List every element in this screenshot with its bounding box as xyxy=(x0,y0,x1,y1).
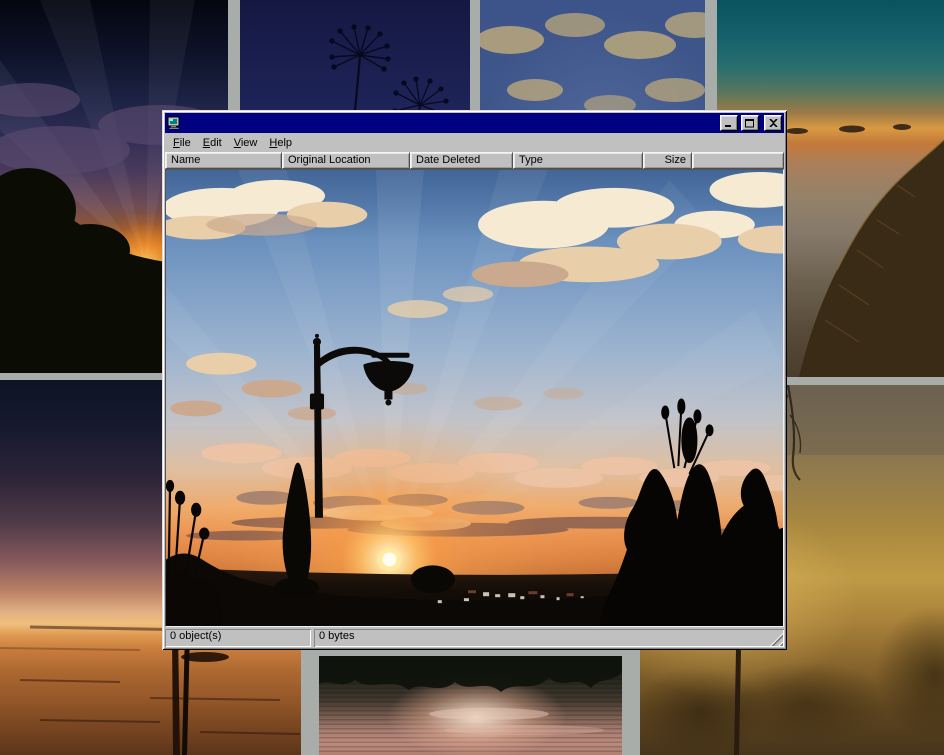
title-bar[interactable] xyxy=(165,113,784,133)
status-size-text: 0 bytes xyxy=(319,630,354,642)
computer-icon[interactable] xyxy=(167,116,181,130)
column-header-date-deleted[interactable]: Date Deleted xyxy=(410,152,513,169)
maximize-button[interactable] xyxy=(741,115,759,131)
column-header-row: Name Original Location Date Deleted Type… xyxy=(165,152,784,169)
menu-view[interactable]: View xyxy=(228,135,264,151)
column-header-name[interactable]: Name xyxy=(165,152,282,169)
menu-file[interactable]: File xyxy=(167,135,197,151)
column-header-type[interactable]: Type xyxy=(513,152,643,169)
sunset-lamp-photo xyxy=(166,170,783,626)
minimize-button[interactable] xyxy=(720,115,738,131)
menu-bar: File Edit View Help xyxy=(165,133,784,152)
recycle-bin-window: File Edit View Help Name Original Locati… xyxy=(162,110,787,650)
wallpaper-tile-water-reflections xyxy=(319,656,622,755)
column-header-original-location[interactable]: Original Location xyxy=(282,152,410,169)
list-view-area[interactable] xyxy=(165,169,784,627)
resize-grip[interactable] xyxy=(770,633,783,646)
desktop: { "window": { "title": "", "icon": "comp… xyxy=(0,0,944,755)
status-object-count: 0 object(s) xyxy=(165,629,311,647)
menu-help[interactable]: Help xyxy=(263,135,298,151)
reflection-art xyxy=(319,656,622,755)
close-button[interactable] xyxy=(764,115,782,131)
status-total-size: 0 bytes xyxy=(314,629,784,647)
status-bar: 0 object(s) 0 bytes xyxy=(165,627,784,647)
menu-edit[interactable]: Edit xyxy=(197,135,228,151)
column-header-size[interactable]: Size xyxy=(643,152,692,169)
column-header-blank[interactable] xyxy=(692,152,784,169)
